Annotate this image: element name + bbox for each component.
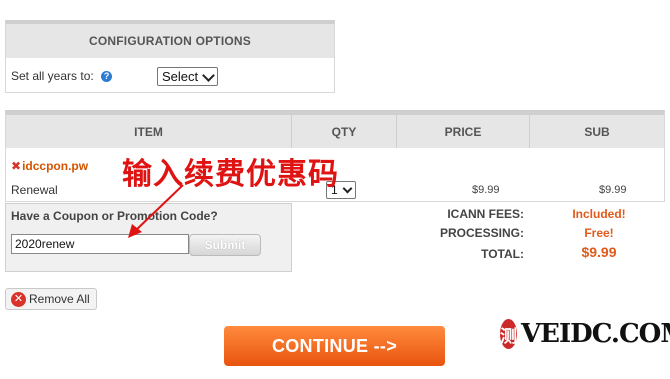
- remove-all-label: Remove All: [29, 292, 90, 306]
- item-type: Renewal: [11, 183, 58, 197]
- years-select[interactable]: Select: [157, 67, 218, 86]
- close-icon: ✕: [11, 291, 26, 307]
- watermark: 测 VEIDC.COM: [500, 318, 670, 350]
- column-header-price: PRICE: [397, 115, 530, 148]
- configuration-options-panel: CONFIGURATION OPTIONS Set all years to: …: [5, 20, 335, 93]
- total-label: TOTAL:: [481, 247, 524, 261]
- column-header-qty: QTY: [292, 115, 397, 148]
- watermark-logo-icon: 测: [500, 319, 517, 349]
- configuration-options-header: CONFIGURATION OPTIONS: [6, 24, 334, 58]
- help-icon[interactable]: ?: [101, 71, 113, 82]
- coupon-submit-button[interactable]: Submit: [189, 234, 261, 256]
- icann-fees-label: ICANN FEES:: [447, 207, 524, 221]
- processing-label: PROCESSING:: [439, 226, 524, 240]
- processing-value: Free!: [584, 226, 614, 240]
- item-price: $9.99: [472, 184, 500, 196]
- chevron-down-icon: [342, 183, 353, 194]
- column-header-sub: SUB: [530, 115, 664, 148]
- chevron-down-icon: [202, 69, 215, 82]
- domain-name: idccpon.pw: [22, 159, 89, 173]
- column-header-item: ITEM: [6, 115, 292, 148]
- continue-button[interactable]: CONTINUE -->: [224, 326, 445, 366]
- remove-all-button[interactable]: ✕ Remove All: [5, 288, 97, 310]
- item-subtotal: $9.99: [599, 184, 627, 196]
- years-select-value: Select: [162, 69, 199, 84]
- icann-fees-value: Included!: [572, 207, 626, 221]
- cart-item-domain-link[interactable]: ✖idccpon.pw: [11, 159, 88, 173]
- remove-item-icon[interactable]: ✖: [11, 159, 21, 173]
- set-all-years-label: Set all years to:: [11, 69, 94, 83]
- set-all-years-row: Set all years to: ?: [11, 69, 113, 83]
- total-value: $9.99: [581, 244, 617, 260]
- watermark-text: VEIDC.COM: [521, 319, 670, 349]
- annotation-arrow-icon: [128, 184, 184, 238]
